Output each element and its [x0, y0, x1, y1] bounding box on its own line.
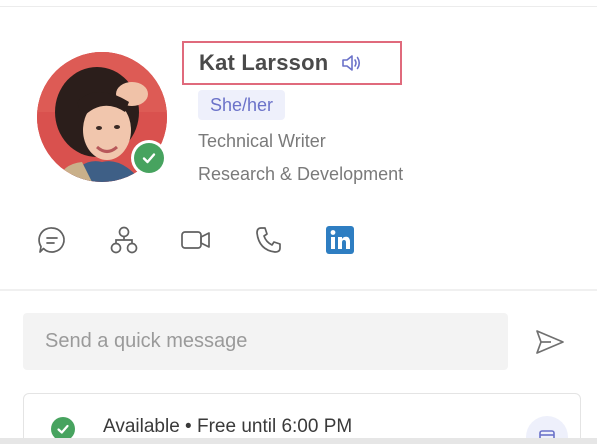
phone-icon[interactable] — [252, 224, 284, 256]
pronouns-badge: She/her — [198, 90, 286, 120]
contact-actions — [36, 224, 376, 256]
video-call-icon[interactable] — [180, 224, 212, 256]
top-divider — [0, 6, 597, 7]
speaker-icon[interactable] — [340, 53, 362, 73]
job-title: Technical Writer — [198, 131, 326, 151]
section-divider — [0, 289, 597, 291]
quick-message-input[interactable]: Send a quick message — [23, 313, 508, 370]
profile-card: Kat Larsson She/her Technical Writer Res… — [0, 0, 597, 444]
status-text: Available • Free until 6:00 PM — [103, 416, 353, 437]
checkmark-icon — [134, 143, 164, 173]
presence-badge — [131, 140, 167, 176]
send-icon[interactable] — [533, 326, 567, 358]
avatar-container[interactable] — [37, 52, 167, 182]
profile-name: Kat Larsson — [199, 50, 329, 75]
linkedin-icon[interactable] — [324, 224, 356, 256]
org-chart-icon[interactable] — [108, 224, 140, 256]
status-card: Available • Free until 6:00 PM — [23, 393, 581, 444]
department: Research & Development — [198, 164, 404, 184]
bottom-shadow — [0, 438, 597, 444]
name-highlight: Kat Larsson — [182, 41, 402, 85]
chat-icon[interactable] — [36, 224, 68, 256]
